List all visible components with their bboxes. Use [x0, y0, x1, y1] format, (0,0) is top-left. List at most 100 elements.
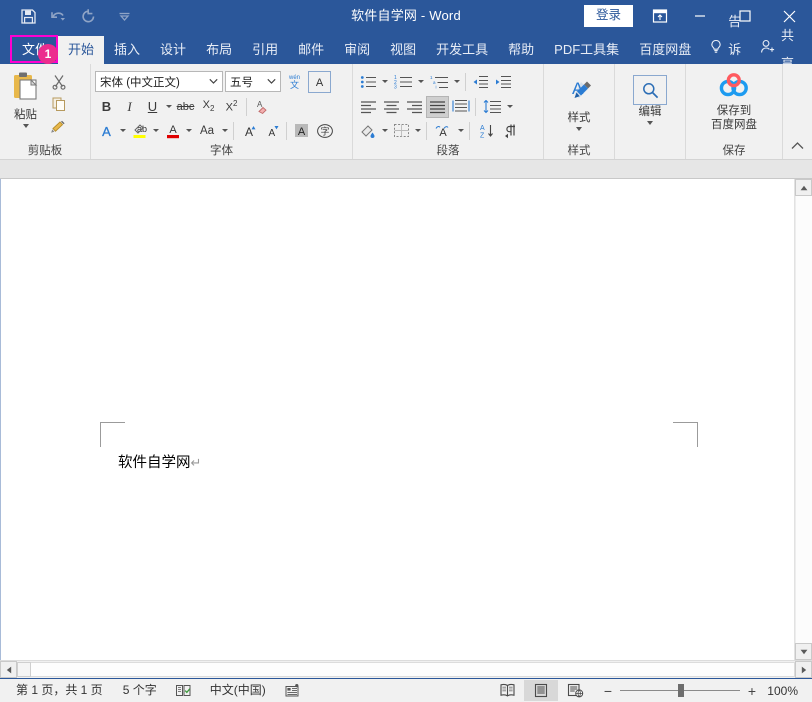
minimize-button[interactable] — [677, 0, 722, 32]
align-center-button[interactable] — [380, 96, 403, 118]
justify-button[interactable] — [426, 96, 449, 118]
format-painter-button[interactable] — [47, 115, 70, 137]
clear-formatting-button[interactable]: A — [250, 96, 273, 118]
editing-dropdown-caret[interactable] — [647, 121, 653, 125]
superscript-button[interactable]: X2 — [220, 96, 243, 118]
chinese-layout-dropdown-caret[interactable] — [458, 129, 464, 132]
strikethrough-button[interactable]: abc — [174, 96, 197, 118]
align-left-button[interactable] — [357, 96, 380, 118]
save-icon[interactable] — [14, 3, 42, 29]
show-marks-button[interactable] — [499, 120, 522, 142]
tab-view[interactable]: 视图 — [380, 36, 426, 64]
document-page[interactable]: 软件自学网↵ — [1, 179, 812, 660]
tab-references[interactable]: 引用 — [242, 36, 288, 64]
document-area[interactable]: 软件自学网↵ — [0, 179, 812, 660]
tell-me-box[interactable]: 告诉我 — [701, 36, 752, 64]
web-layout-button[interactable] — [558, 680, 592, 701]
chevron-down-icon[interactable] — [206, 78, 220, 85]
chinese-layout-button[interactable]: A — [430, 120, 456, 142]
page-number-status[interactable]: 第 1 页，共 1 页 — [6, 679, 113, 702]
align-right-button[interactable] — [403, 96, 426, 118]
increase-indent-button[interactable] — [492, 71, 515, 93]
scroll-up-button[interactable] — [795, 179, 812, 196]
text-effects-button[interactable]: A — [95, 120, 118, 142]
line-spacing-button[interactable] — [479, 96, 505, 118]
word-count-status[interactable]: 5 个字 — [113, 679, 167, 702]
paste-button[interactable]: 粘贴 — [4, 69, 47, 128]
italic-button[interactable]: I — [118, 96, 141, 118]
copy-button[interactable] — [47, 93, 70, 115]
borders-dropdown-caret[interactable] — [415, 129, 421, 132]
font-size-combo[interactable]: 五号 — [225, 71, 281, 92]
bullets-button[interactable] — [357, 71, 380, 93]
ribbon-display-options-icon[interactable] — [643, 0, 677, 32]
zoom-slider[interactable] — [620, 684, 740, 698]
character-shading-button[interactable]: A — [290, 120, 313, 142]
underline-dropdown-caret[interactable] — [166, 105, 172, 108]
language-status[interactable]: 中文(中国) — [200, 679, 276, 702]
tab-insert[interactable]: 插入 — [104, 36, 150, 64]
shading-button[interactable] — [357, 120, 380, 142]
tab-design[interactable]: 设计 — [150, 36, 196, 64]
tab-layout[interactable]: 布局 — [196, 36, 242, 64]
share-button[interactable]: 共享 — [752, 36, 802, 64]
horizontal-scroll-thumb[interactable] — [17, 662, 31, 677]
scroll-right-button[interactable] — [795, 661, 812, 678]
save-to-baidu-netdisk-button[interactable]: 保存到 百度网盘 — [706, 71, 762, 132]
borders-button[interactable] — [390, 120, 413, 142]
multilevel-list-button[interactable]: 1ai — [426, 71, 452, 93]
cut-button[interactable] — [47, 71, 70, 93]
underline-button[interactable]: U — [141, 96, 164, 118]
editing-button[interactable]: 编辑 — [628, 73, 672, 125]
customize-qat-icon[interactable] — [110, 3, 138, 29]
tab-baidu-netdisk[interactable]: 百度网盘 — [629, 36, 701, 64]
font-color-dropdown-caret[interactable] — [186, 129, 192, 132]
highlight-dropdown-caret[interactable] — [153, 129, 159, 132]
subscript-button[interactable]: X2 — [197, 96, 220, 118]
chevron-down-icon[interactable] — [264, 78, 278, 85]
change-case-dropdown-caret[interactable] — [222, 129, 228, 132]
horizontal-scroll-track[interactable] — [31, 662, 795, 677]
tab-file[interactable]: 文件 — [12, 36, 58, 64]
zoom-in-button[interactable]: + — [746, 683, 758, 699]
font-color-button[interactable]: A — [161, 120, 184, 142]
print-layout-button[interactable] — [524, 680, 558, 701]
tab-mailings[interactable]: 邮件 — [288, 36, 334, 64]
shrink-font-button[interactable]: A — [260, 120, 283, 142]
scroll-down-button[interactable] — [795, 643, 812, 660]
zoom-out-button[interactable]: − — [602, 683, 614, 699]
tab-help[interactable]: 帮助 — [498, 36, 544, 64]
paste-dropdown-caret[interactable] — [23, 124, 29, 128]
read-mode-button[interactable] — [490, 680, 524, 701]
vertical-scroll-track[interactable] — [795, 196, 812, 643]
font-name-combo[interactable]: 宋体 (中文正文) — [95, 71, 223, 92]
tab-developer[interactable]: 开发工具 — [426, 36, 498, 64]
sign-in-button[interactable]: 登录 — [584, 5, 633, 28]
numbering-dropdown-caret[interactable] — [418, 80, 424, 83]
styles-button[interactable]: A 样式 — [558, 75, 600, 131]
scroll-left-button[interactable] — [0, 661, 17, 678]
text-effects-dropdown-caret[interactable] — [120, 129, 126, 132]
bullets-dropdown-caret[interactable] — [382, 80, 388, 83]
line-spacing-dropdown-caret[interactable] — [507, 105, 513, 108]
enclose-characters-button[interactable]: 字 — [313, 120, 336, 142]
collapse-ribbon-icon[interactable] — [791, 137, 804, 155]
change-case-button[interactable]: Aa — [194, 120, 220, 142]
zoom-level-label[interactable]: 100% — [764, 684, 798, 698]
document-body-text[interactable]: 软件自学网↵ — [118, 451, 201, 472]
multilevel-dropdown-caret[interactable] — [454, 80, 460, 83]
redo-icon[interactable] — [74, 3, 102, 29]
bold-button[interactable]: B — [95, 96, 118, 118]
decrease-indent-button[interactable] — [469, 71, 492, 93]
character-border-button[interactable]: A — [308, 71, 331, 93]
styles-dropdown-caret[interactable] — [576, 127, 582, 131]
phonetic-guide-button[interactable]: wén文 — [283, 71, 306, 93]
zoom-slider-thumb[interactable] — [678, 684, 684, 697]
tab-pdf-tools[interactable]: PDF工具集 — [544, 36, 629, 64]
undo-icon[interactable] — [44, 3, 72, 29]
shading-dropdown-caret[interactable] — [382, 129, 388, 132]
horizontal-scrollbar[interactable] — [0, 660, 812, 678]
distribute-button[interactable] — [449, 96, 472, 118]
vertical-scrollbar[interactable] — [794, 179, 812, 660]
numbering-button[interactable]: 123 — [390, 71, 416, 93]
